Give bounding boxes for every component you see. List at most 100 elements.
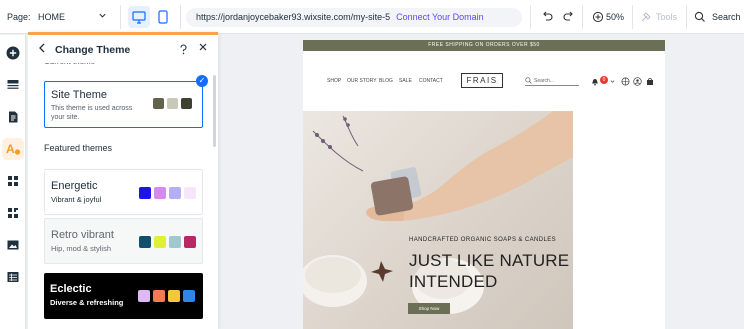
tools-label: Tools — [656, 12, 678, 22]
help-button[interactable] — [179, 44, 188, 57]
redo-icon — [563, 11, 573, 21]
checkmark-icon: ✓ — [196, 75, 208, 87]
undo-button[interactable] — [540, 9, 554, 23]
color-swatch — [139, 236, 151, 248]
panel-title: Change Theme — [55, 44, 131, 56]
desktop-icon — [132, 11, 146, 24]
table-icon — [7, 272, 19, 282]
divider — [686, 5, 687, 29]
theme-swatches — [139, 236, 196, 248]
add-section-button[interactable] — [2, 74, 24, 96]
chevron-down-icon — [98, 11, 107, 22]
zoom-in-icon — [592, 11, 604, 23]
theme-swatches — [138, 290, 195, 302]
pages-icon — [9, 111, 18, 123]
connect-domain-link[interactable]: Connect Your Domain — [396, 12, 484, 22]
divider — [530, 5, 531, 29]
cart-icon — [647, 78, 653, 85]
site-url-bar[interactable]: https://jordanjoycebaker93.wixsite.com/m… — [186, 8, 522, 27]
mobile-view-button[interactable] — [154, 6, 172, 28]
hero-title: JUST LIKE NATURE INTENDED — [409, 251, 570, 291]
divider — [632, 5, 633, 29]
mobile-icon — [158, 10, 168, 24]
theme-name: Site Theme — [51, 89, 108, 101]
site-nav-link[interactable]: OUR STORY — [347, 78, 377, 84]
media-button[interactable] — [2, 234, 24, 256]
color-swatch — [169, 236, 181, 248]
color-swatch — [153, 98, 164, 109]
app-market-icon — [8, 208, 18, 218]
site-nav-link[interactable]: BLOG — [379, 78, 393, 84]
tools-icon — [641, 12, 651, 22]
change-theme-panel: Current theme Site Theme This theme is u… — [28, 32, 218, 329]
globe-icon — [621, 77, 630, 86]
sections-icon — [7, 80, 19, 89]
redo-button[interactable] — [562, 9, 576, 23]
theme-name: Energetic — [51, 180, 98, 192]
left-toolbar: A — [0, 35, 26, 329]
site-logo[interactable]: FRAIS — [461, 73, 503, 88]
color-swatch — [184, 236, 196, 248]
site-nav-link[interactable]: CONTACT — [419, 78, 443, 84]
theme-card[interactable]: Eclectic Diverse & refreshing — [44, 273, 203, 319]
close-button[interactable] — [198, 41, 208, 56]
theme-card[interactable]: Energetic Vibrant & joyful — [44, 169, 203, 215]
bell-icon — [592, 79, 598, 86]
site-search-input[interactable]: Search... — [525, 75, 579, 86]
color-swatch — [154, 187, 166, 199]
page-label: Page: — [7, 12, 31, 22]
color-swatch — [154, 236, 166, 248]
add-icon — [6, 46, 20, 60]
search-icon — [694, 11, 705, 22]
app-market-button[interactable] — [2, 202, 24, 224]
site-nav-link[interactable]: SHOP — [327, 78, 341, 84]
theme-icon: A — [6, 142, 21, 156]
page-select[interactable]: HOME — [37, 6, 113, 28]
zoom-level: 50% — [606, 12, 625, 22]
media-icon — [7, 240, 19, 250]
svg-text:A: A — [6, 142, 15, 156]
chevron-down-icon — [610, 80, 615, 83]
page-select-value: HOME — [38, 12, 65, 22]
theme-description: Diverse & refreshing — [50, 298, 124, 307]
desktop-view-button[interactable] — [128, 6, 150, 28]
panel-scrollbar[interactable] — [213, 75, 216, 147]
color-swatch — [169, 187, 181, 199]
divider — [582, 5, 583, 29]
site-preview-canvas[interactable]: FREE SHIPPING ON ORDERS OVER $50 SHOP OUR… — [303, 40, 665, 329]
site-theme-card[interactable]: Site Theme This theme is used across you… — [44, 81, 203, 128]
theme-button[interactable]: A — [2, 138, 24, 160]
color-swatch — [184, 187, 196, 199]
site-nav-link[interactable]: SALE — [399, 78, 412, 84]
back-button[interactable] — [37, 42, 47, 57]
theme-card[interactable]: Retro vibrant Hip, mod & stylish — [44, 218, 203, 264]
account-icon — [633, 77, 642, 86]
divider — [120, 5, 121, 29]
theme-name: Eclectic — [50, 283, 92, 295]
theme-description: Vibrant & joyful — [51, 195, 102, 204]
undo-icon — [543, 11, 553, 21]
shipping-banner: FREE SHIPPING ON ORDERS OVER $50 — [303, 40, 665, 51]
color-swatch — [153, 290, 165, 302]
add-elements-button[interactable] — [2, 42, 24, 64]
color-swatch — [167, 98, 178, 109]
help-icon — [180, 44, 187, 55]
divider — [180, 5, 181, 29]
close-icon — [199, 43, 207, 51]
panel-header: Change Theme — [28, 35, 218, 63]
color-swatch — [139, 187, 151, 199]
shop-now-button[interactable]: Shop Now — [408, 303, 450, 314]
search-label: Search — [712, 12, 741, 22]
theme-description: This theme is used across your site. — [51, 105, 133, 121]
apps-button[interactable] — [2, 170, 24, 192]
apps-icon — [8, 176, 18, 186]
cms-button[interactable] — [2, 266, 24, 288]
color-swatch — [138, 290, 150, 302]
color-swatch — [183, 290, 195, 302]
site-url: https://jordanjoycebaker93.wixsite.com/m… — [196, 12, 391, 22]
theme-swatches — [139, 187, 196, 199]
theme-swatches — [153, 98, 192, 109]
color-swatch — [181, 98, 192, 109]
pages-button[interactable] — [2, 106, 24, 128]
back-arrow-icon — [39, 43, 45, 53]
